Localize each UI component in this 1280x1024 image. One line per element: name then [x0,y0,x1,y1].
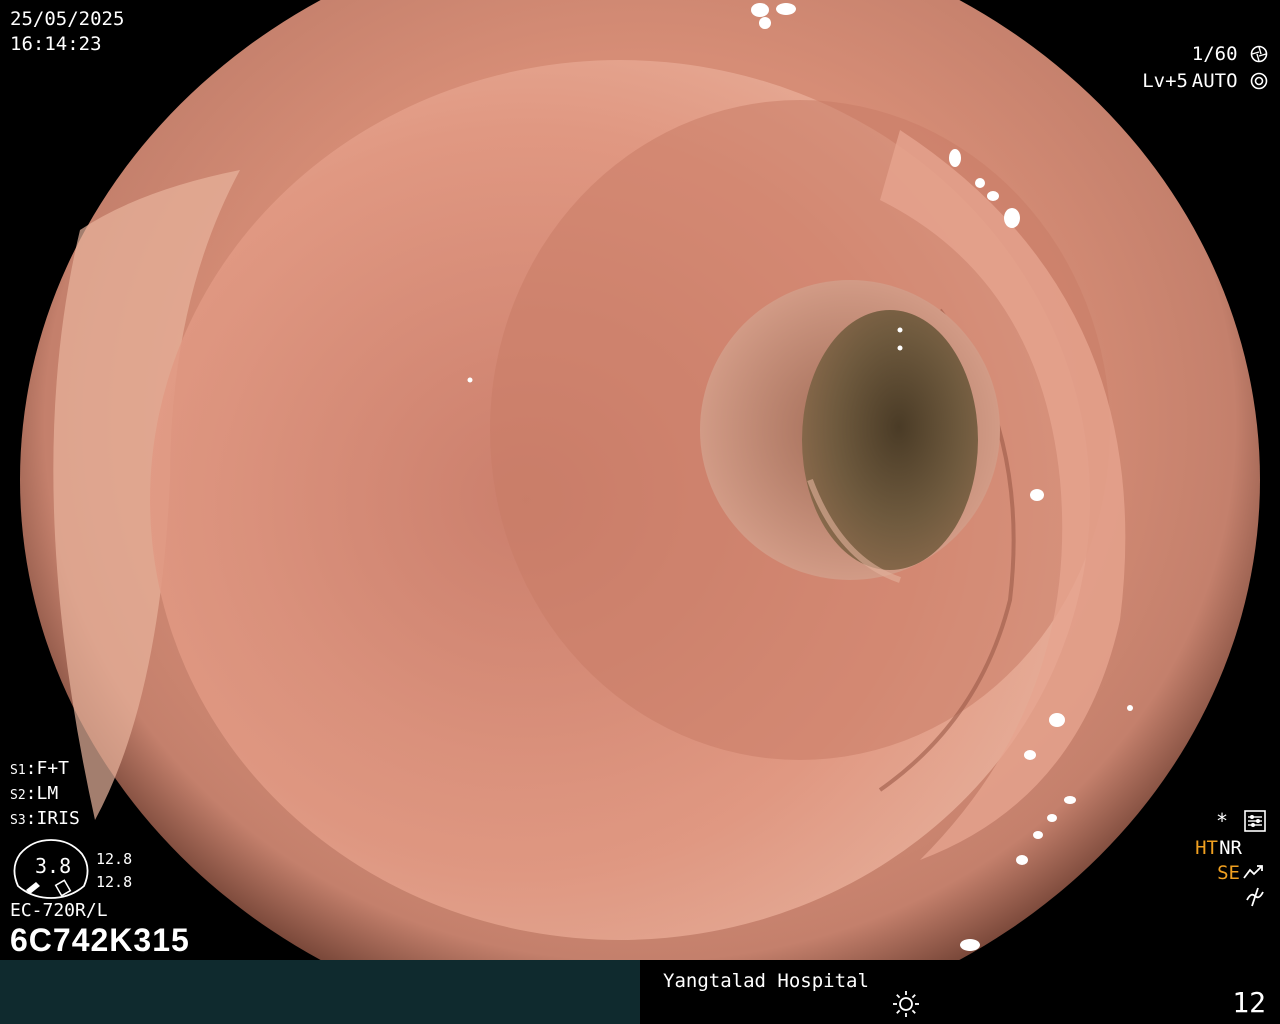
exposure-mode: AUTO [1192,70,1268,92]
status-bar: Yangtalad Hospital 12 [0,960,1280,1024]
colon-lumen-view [20,0,1260,960]
switch-s3-value: IRIS [36,808,80,829]
shutter-value: 1/60 [1191,43,1238,65]
gauge-readout-bottom: 12.8 [96,873,133,891]
switch-s2: S2:LM [10,783,59,804]
switch-s1: S1:F+T [10,758,70,779]
nr-indicator: NR [1219,837,1242,859]
patient-info-panel [0,960,640,1024]
menu-settings-icon [1244,810,1266,832]
light-source-icon [893,991,919,1017]
capture-indicator: * [1215,809,1228,833]
image-counter: 12 [1232,986,1266,1019]
ne-icon [1246,887,1264,907]
endoscope-image [0,0,1280,960]
auto-mode-icon [1250,72,1268,90]
date-readout: 25/05/2025 [10,8,125,30]
exposure-mode-label: AUTO [1191,70,1238,92]
shutter-icon [1250,45,1268,63]
shutter-speed: 1/60 [1192,43,1268,65]
se-arrow-icon [1243,865,1263,879]
gauge-value: 3.8 [35,854,72,878]
lumen [802,310,978,570]
ht-indicator: HT [1195,837,1218,859]
switch-s3: S3:IRIS [10,808,80,829]
scope-model: EC-720R/L [10,900,108,921]
switch-s2-value: LM [36,783,59,804]
switch-s3-key: S3 [10,813,26,828]
magnification-gauge: 3.8 [10,838,92,900]
hospital-name: Yangtalad Hospital [663,970,869,992]
se-indicator: SE [1217,862,1240,884]
gauge-readout-top: 12.8 [96,850,133,868]
time-readout: 16:14:23 [10,33,102,55]
switch-s1-value: F+T [36,758,70,779]
switch-s2-key: S2 [10,788,26,803]
brightness-level: Lv+5 [1142,70,1188,92]
switch-s1-key: S1 [10,763,26,778]
scope-serial: 6C742K315 [10,922,190,958]
